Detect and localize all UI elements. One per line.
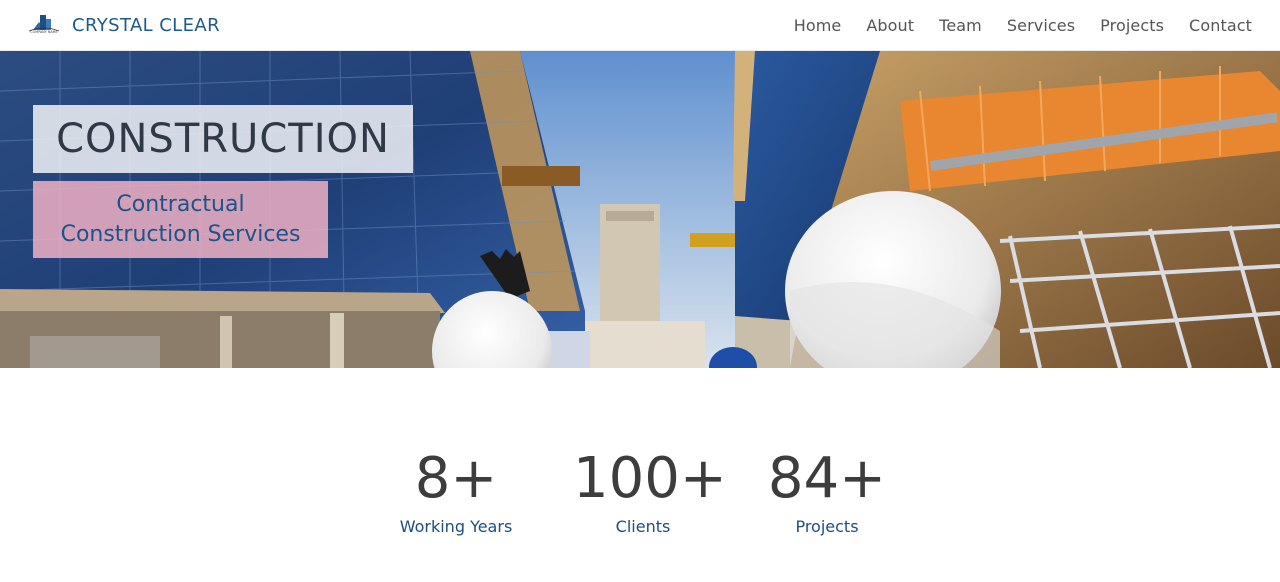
hero-banner: CONSTRUCTION Contractual Construction Se… (0, 51, 1280, 368)
top-navbar: COMPANY NAME CRYSTAL CLEAR Home About Te… (0, 0, 1280, 51)
stat-working-years: 8+ Working Years (396, 446, 516, 538)
stat-value: 84+ (767, 446, 887, 511)
main-menu: Home About Team Services Projects Contac… (769, 0, 1252, 51)
brand-link[interactable]: COMPANY NAME CRYSTAL CLEAR (25, 10, 220, 40)
nav-services[interactable]: Services (1007, 16, 1075, 35)
nav-about[interactable]: About (866, 16, 914, 35)
stat-value: 8+ (414, 446, 498, 511)
stat-projects: 84+ Projects (767, 446, 887, 538)
stat-value: 100+ (573, 446, 727, 511)
hero-subtitle-box: Contractual Construction Services (33, 181, 328, 258)
building-logo-icon: COMPANY NAME (25, 10, 63, 40)
brand-name[interactable]: CRYSTAL CLEAR (72, 15, 220, 36)
hero-title: CONSTRUCTION (56, 116, 390, 162)
stat-label: Working Years (399, 517, 513, 536)
nav-team[interactable]: Team (939, 16, 982, 35)
stat-label: Projects (795, 517, 859, 536)
hero-subtitle-line1: Contractual (116, 191, 245, 217)
nav-contact[interactable]: Contact (1189, 16, 1252, 35)
logo-caption: COMPANY NAME (30, 30, 58, 34)
stat-clients: 100+ Clients (573, 446, 727, 538)
nav-home[interactable]: Home (794, 16, 842, 35)
nav-projects[interactable]: Projects (1100, 16, 1164, 35)
hero-title-box: CONSTRUCTION (33, 105, 413, 173)
stat-label: Clients (615, 517, 671, 536)
hero-subtitle-line2: Construction Services (60, 221, 301, 247)
stats-section: 8+ Working Years 100+ Clients 84+ Projec… (0, 368, 1280, 582)
